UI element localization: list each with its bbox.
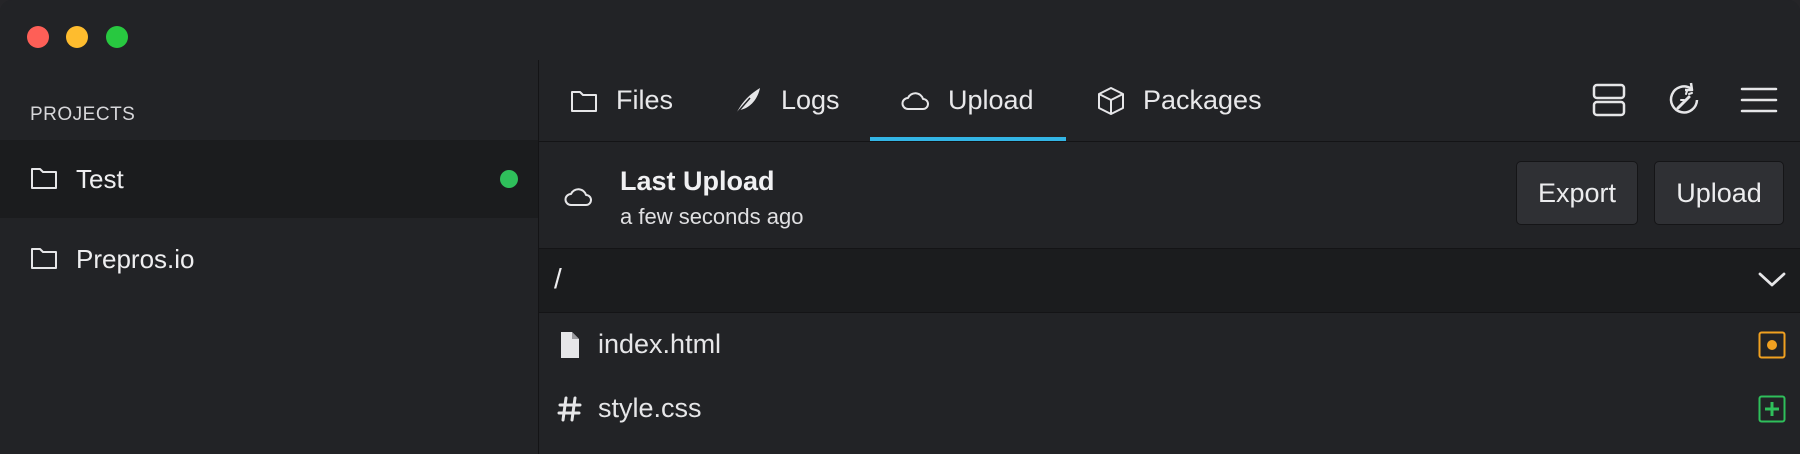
tab-label: Packages [1143,85,1262,115]
package-icon [1098,86,1124,115]
feather-icon [735,87,760,114]
app-window: PROJECTS Test Prepros.io Files Logs Uplo… [0,0,1800,454]
cloud-icon [564,188,592,206]
tab-upload[interactable]: Upload [870,60,1066,141]
export-button[interactable]: Export [1516,161,1638,225]
file-row[interactable]: style.css [539,377,1800,441]
zoom-window-button[interactable] [106,26,128,48]
upload-status-bar: Last Upload a few seconds ago Export Upl… [539,142,1800,249]
file-name: index.html [598,329,722,359]
projects-heading: PROJECTS [30,104,136,125]
chevron-down-icon[interactable] [1757,269,1787,289]
tab-label: Files [616,85,674,115]
project-item-prepros-io[interactable]: Prepros.io [0,220,538,298]
path-bar[interactable]: / [539,249,1800,313]
cloud-icon [901,91,929,110]
title-bar [0,0,1800,60]
project-name: Test [76,163,124,194]
tab-files[interactable]: Files [570,60,673,141]
projects-sidebar: PROJECTS Test Prepros.io [0,60,539,454]
file-name: style.css [598,393,702,423]
last-upload-time: a few seconds ago [620,204,804,229]
modified-status-icon [1758,331,1786,359]
file-icon [561,332,579,358]
tab-label: Upload [948,85,1034,115]
upload-button[interactable]: Upload [1654,161,1784,225]
added-status-icon [1758,395,1786,423]
current-path: / [554,263,562,294]
main-panel: Files Logs Upload Packages Last Upload a… [539,60,1800,454]
build-wand-icon[interactable] [1664,80,1704,120]
folder-icon [571,90,597,112]
minimize-window-button[interactable] [66,26,88,48]
tab-bar: Files Logs Upload Packages [539,60,1800,142]
last-upload-title: Last Upload [620,166,775,196]
tab-label: Logs [781,85,840,115]
project-name: Prepros.io [76,243,195,274]
project-status-dot [500,170,518,188]
tab-logs[interactable]: Logs [733,60,840,141]
hash-icon [557,396,582,422]
menu-icon[interactable] [1739,80,1779,120]
close-window-button[interactable] [27,26,49,48]
tab-packages[interactable]: Packages [1097,60,1262,141]
server-icon[interactable] [1589,80,1629,120]
project-item-test[interactable]: Test [0,140,538,218]
file-row[interactable]: index.html [539,313,1800,377]
folder-icon [31,168,57,189]
folder-icon [31,248,57,269]
